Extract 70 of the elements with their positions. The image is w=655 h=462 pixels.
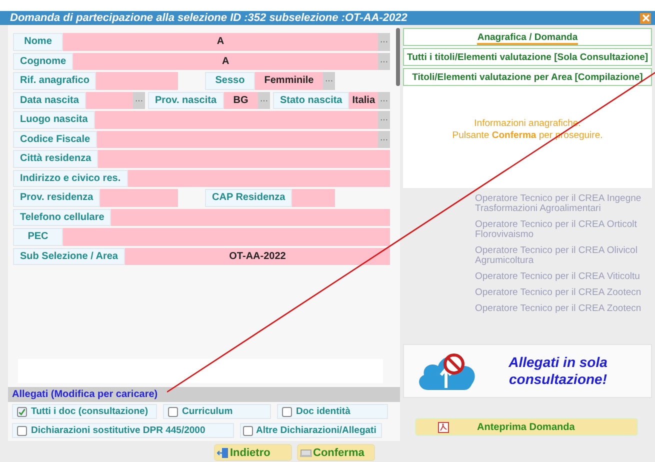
picker-button[interactable]: ··· xyxy=(378,130,390,148)
window-title: Domanda di partecipazione alla selezione ID :352 subselezione :OT-AA-2022 xyxy=(10,12,408,24)
input-field[interactable] xyxy=(98,150,390,168)
faded-list-item: Operatore Tecnico per il CREA Olivicol Agrumicoltura xyxy=(475,246,638,266)
field-label: CAP Residenza xyxy=(205,189,292,206)
section-header: Allegati (Modifica per caricare) xyxy=(8,387,400,402)
checkbox-option[interactable]: Curriculum xyxy=(163,404,271,419)
field-label: Luogo nascita xyxy=(13,111,95,128)
input-field[interactable]: BG xyxy=(224,92,258,109)
field-label: Data nascita xyxy=(13,92,86,109)
input-field[interactable] xyxy=(96,72,178,90)
field-label: Stato nascita xyxy=(273,92,350,109)
input-field[interactable] xyxy=(86,92,133,109)
field-label: Cognome xyxy=(13,52,74,70)
input-field[interactable]: Femminile xyxy=(255,72,323,90)
picker-button[interactable]: ··· xyxy=(258,92,270,109)
input-field[interactable]: A xyxy=(73,52,378,70)
faded-list-item: Operatore Tecnico per il CREA Zootecn xyxy=(475,304,642,314)
preview-button[interactable]: Anteprima Domanda xyxy=(415,418,638,436)
picker-button[interactable]: ··· xyxy=(133,92,145,109)
field-label: Indirizzo e civico res. xyxy=(13,170,128,187)
checkbox[interactable] xyxy=(168,406,178,416)
picker-button[interactable]: ··· xyxy=(378,111,390,128)
field-label: Città residenza xyxy=(13,150,98,168)
nav-tab[interactable]: Anagrafica / Domanda xyxy=(403,28,652,46)
checkbox-option[interactable]: Doc identità xyxy=(277,404,388,419)
picker-button[interactable]: ··· xyxy=(323,72,335,90)
field-label: Sesso xyxy=(205,72,255,90)
faded-list-item: Operatore Tecnico per il CREA Ingegne Trasformazioni Agroalimentari xyxy=(475,194,642,214)
field-label: Telefono cellulare xyxy=(13,208,112,226)
picker-button[interactable]: ··· xyxy=(378,33,390,50)
field-label: Codice Fiscale xyxy=(13,130,98,148)
faded-list-item: Operatore Tecnico per il CREA Orticolt Florovivaismo xyxy=(475,220,638,240)
input-field[interactable]: A xyxy=(63,33,378,50)
picker-button[interactable]: ··· xyxy=(378,92,390,109)
faded-list-item: Operatore Tecnico per il CREA Viticoltu xyxy=(475,272,641,282)
input-field[interactable] xyxy=(94,111,378,128)
checkbox-option[interactable]: Dichiarazioni sostitutive DPR 445/2000 xyxy=(12,423,234,438)
faded-list-item: Operatore Tecnico per il CREA Zootecn xyxy=(475,288,642,298)
field-label: PEC xyxy=(13,228,63,246)
confirm-button[interactable]: Conferma xyxy=(297,444,375,461)
back-button[interactable]: Indietro xyxy=(214,444,292,461)
nav-tab[interactable]: Titoli/Elementi valutazione per Area [Compilazione] xyxy=(403,68,652,86)
exit-door-icon xyxy=(217,446,229,458)
field-label: Rif. anagrafico xyxy=(13,72,96,90)
picker-button[interactable]: ··· xyxy=(378,52,390,70)
field-label: Sub Selezione / Area xyxy=(13,248,125,265)
checkbox-option[interactable]: Altre Dichiarazioni/Allegati xyxy=(240,423,382,438)
field-label: Prov. residenza xyxy=(13,189,100,206)
nav-tab[interactable]: Tutti i titoli/Elementi valutazione [Sola Consultazione] xyxy=(403,48,652,66)
field-label: Nome xyxy=(13,33,63,50)
checkbox[interactable] xyxy=(282,406,292,416)
input-field[interactable]: Italia xyxy=(349,92,378,109)
input-field[interactable] xyxy=(111,208,390,226)
scrollbar[interactable] xyxy=(396,28,400,86)
notice-text: Allegati in sola consultazione! xyxy=(508,354,608,388)
input-field[interactable]: OT-AA-2022 xyxy=(125,248,390,265)
input-field[interactable] xyxy=(97,130,378,148)
checkbox-option[interactable]: Tutti i doc (consultazione) xyxy=(12,404,157,419)
input-field[interactable] xyxy=(100,189,178,206)
checkbox[interactable] xyxy=(17,406,27,416)
laptop-icon xyxy=(300,448,312,458)
field-label: Prov. nascita xyxy=(148,92,224,109)
input-field[interactable] xyxy=(128,170,390,187)
input-field[interactable] xyxy=(292,189,335,206)
close-icon[interactable] xyxy=(640,12,651,24)
checkbox[interactable] xyxy=(243,426,253,436)
pdf-icon xyxy=(438,422,449,432)
checkbox[interactable] xyxy=(17,426,27,436)
input-field[interactable] xyxy=(63,228,390,246)
